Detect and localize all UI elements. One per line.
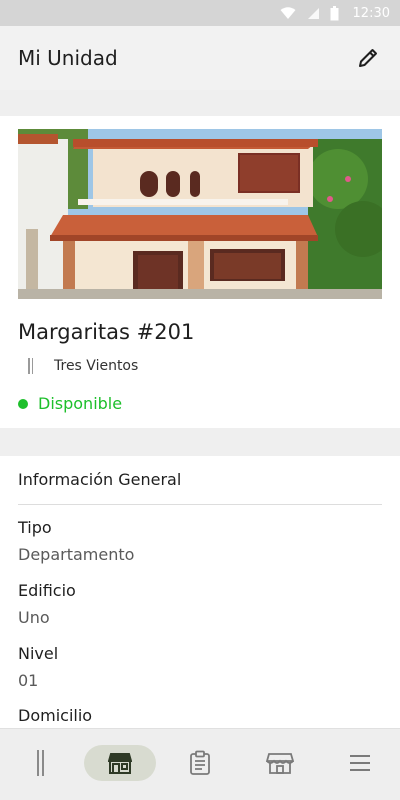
unit-card: Margaritas #201 Tres Vientos Disponible bbox=[0, 116, 400, 428]
availability-status: Disponible bbox=[18, 394, 122, 413]
clipboard-icon bbox=[190, 750, 210, 775]
store-icon bbox=[266, 753, 294, 774]
complex-icon bbox=[28, 358, 42, 374]
field-label-tipo: Tipo bbox=[18, 518, 52, 537]
complex-icon bbox=[36, 750, 44, 776]
field-value-nivel: 01 bbox=[18, 671, 39, 690]
nav-store[interactable] bbox=[262, 745, 298, 781]
complex-name: Tres Vientos bbox=[54, 358, 139, 374]
nav-clipboard[interactable] bbox=[184, 745, 216, 781]
unit-icon bbox=[108, 753, 132, 774]
battery-icon bbox=[330, 5, 339, 20]
status-dot bbox=[18, 398, 28, 409]
unit-photo bbox=[18, 129, 382, 299]
nav-menu[interactable] bbox=[344, 745, 376, 781]
field-label-nivel: Nivel bbox=[18, 644, 59, 663]
info-card: Información General Tipo Departamento Ed… bbox=[0, 456, 400, 728]
nav-complex[interactable] bbox=[24, 745, 56, 781]
app-bar: Mi Unidad bbox=[0, 26, 400, 90]
spacer bbox=[0, 428, 400, 456]
menu-icon bbox=[350, 755, 370, 771]
status-bar: 12:30 bbox=[0, 0, 400, 26]
field-value-tipo: Departamento bbox=[18, 545, 135, 564]
divider bbox=[18, 504, 382, 505]
wifi-icon bbox=[280, 6, 296, 19]
section-title: Información General bbox=[18, 470, 182, 489]
field-label-edificio: Edificio bbox=[18, 581, 76, 600]
field-label-domicilio: Domicilio bbox=[18, 706, 93, 725]
unit-name: Margaritas #201 bbox=[18, 320, 195, 344]
cell-signal-icon bbox=[307, 7, 319, 19]
field-value-edificio: Uno bbox=[18, 608, 50, 627]
bottom-nav bbox=[0, 728, 400, 800]
status-time: 12:30 bbox=[352, 5, 390, 21]
edit-button[interactable] bbox=[354, 44, 382, 72]
spacer bbox=[0, 90, 400, 116]
pencil-icon bbox=[359, 49, 377, 67]
nav-unit[interactable] bbox=[84, 745, 156, 781]
page-title: Mi Unidad bbox=[18, 46, 118, 70]
status-text: Disponible bbox=[38, 394, 123, 413]
complex-row: Tres Vientos bbox=[18, 358, 138, 374]
